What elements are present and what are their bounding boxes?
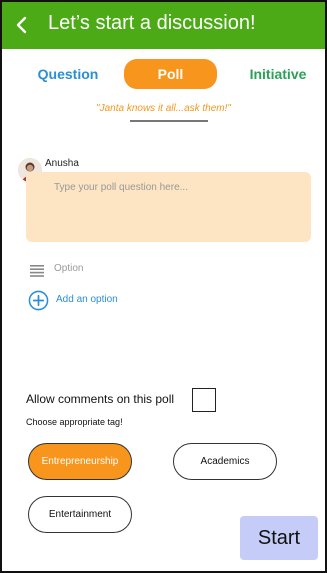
screen: Let’s start a discussion! Question Poll … [0,0,327,573]
tab-poll[interactable]: Poll [124,59,217,89]
author-name: Anusha [45,158,79,169]
tagline: "Janta knows it all...ask them!" [96,103,231,114]
plus-circle-icon [28,290,49,311]
tag-chip-entertainment[interactable]: Entertainment [28,496,132,533]
tab-initiative[interactable]: Initiative [238,59,318,89]
tag-chip-academics[interactable]: Academics [173,443,277,480]
drag-handle-icon[interactable] [30,265,44,277]
tab-question[interactable]: Question [30,59,106,89]
allow-comments-checkbox[interactable] [192,388,216,412]
tagline-underline [130,120,208,122]
chevron-left-icon[interactable] [12,15,32,35]
add-option-label: Add an option [56,294,118,305]
poll-question-box[interactable] [26,172,311,242]
tag-chip-entrepreneurship[interactable]: Entrepreneurship [28,443,132,480]
allow-comments-label: Allow comments on this poll [26,392,175,406]
poll-option-row [28,262,228,280]
page-title: Let’s start a discussion! [48,12,256,34]
start-button[interactable]: Start [240,516,318,560]
tag-heading: Choose appropriate tag! [26,417,123,427]
app-bar: Let’s start a discussion! [2,2,325,49]
add-option-button[interactable]: Add an option [28,290,168,312]
poll-option-input[interactable] [54,263,204,274]
poll-question-input[interactable] [54,182,304,193]
